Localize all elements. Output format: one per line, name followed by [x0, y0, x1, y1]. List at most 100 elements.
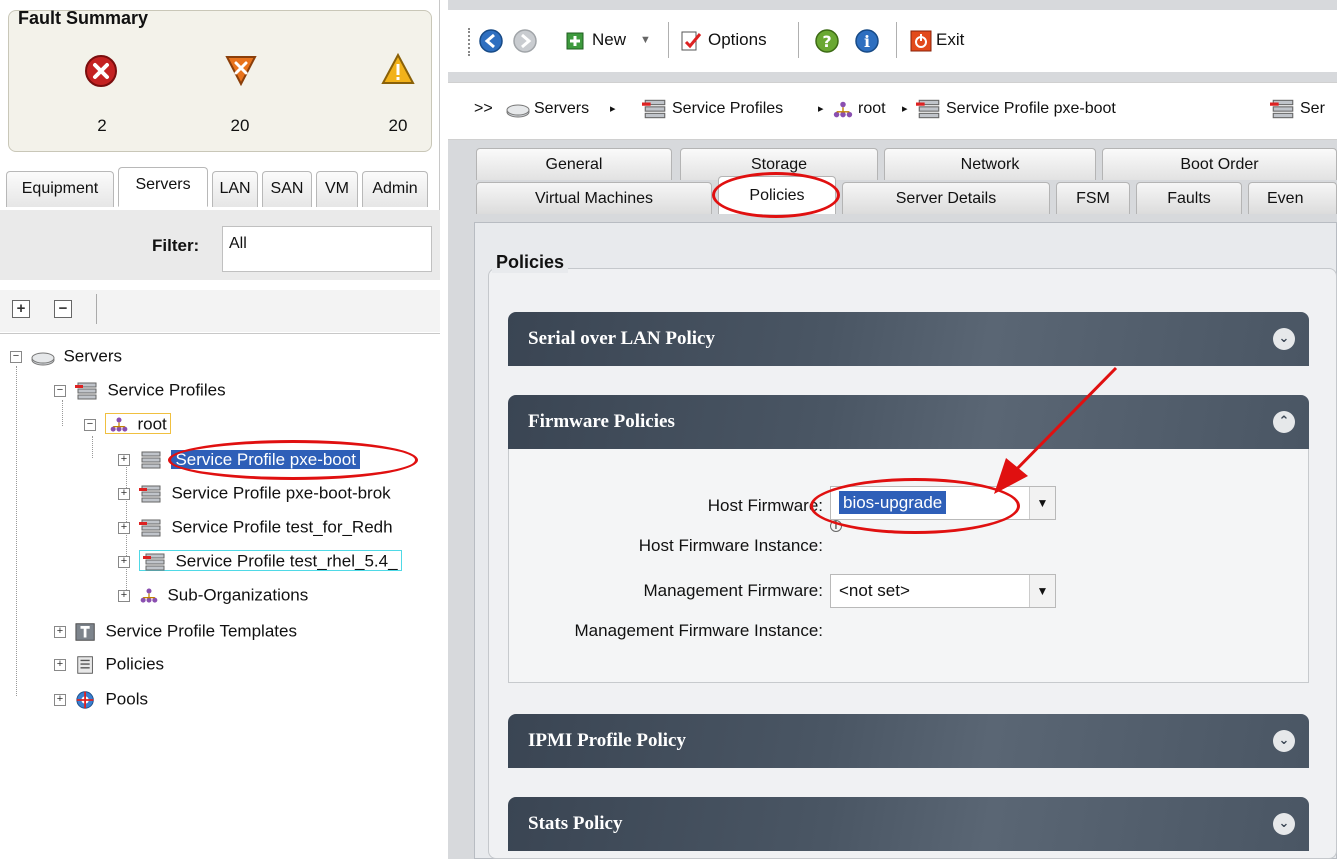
toolbar-separator: [668, 22, 669, 58]
collapse-all-button[interactable]: −: [54, 300, 72, 318]
fault-summary-title: Fault Summary: [18, 8, 149, 28]
breadcrumb-service-profiles[interactable]: Service Profiles: [672, 96, 783, 122]
service-profile-icon: [642, 99, 666, 119]
tree-node-sp-test-for-redh[interactable]: + Service Profile test_for_Redh: [118, 514, 393, 540]
expand-toggle[interactable]: +: [118, 487, 130, 500]
service-profile-icon: [138, 485, 161, 503]
tab-virtual-machines[interactable]: Virtual Machines: [476, 182, 712, 214]
expand-toggle[interactable]: +: [54, 693, 66, 706]
cyan-highlight: Service Profile test_rhel_5.4_: [138, 550, 402, 571]
tree-node-sp-templates[interactable]: + Service Profile Templates: [54, 618, 297, 644]
tab-admin[interactable]: Admin: [362, 171, 428, 207]
toolbar-grip: [468, 28, 472, 56]
tree-node-policies[interactable]: + Policies: [54, 651, 164, 677]
nav-tabs: Equipment Servers LAN SAN VM Admin: [6, 167, 434, 209]
expand-toggle[interactable]: +: [54, 658, 66, 671]
critical-fault-icon[interactable]: [84, 54, 118, 88]
host-firmware-instance-label: Host Firmware Instance:: [638, 536, 823, 555]
management-firmware-instance-label: Management Firmware Instance:: [574, 621, 824, 640]
tab-general[interactable]: General: [476, 148, 672, 180]
toolbar-separator: [896, 22, 897, 58]
breadcrumb-overflow: Ser: [1300, 100, 1325, 117]
chevron-up-icon[interactable]: ⌃: [1273, 411, 1295, 433]
tab-fsm[interactable]: FSM: [1056, 182, 1130, 214]
breadcrumb-current[interactable]: Service Profile pxe-boot: [946, 96, 1116, 122]
tree-node-sp-pxe-boot-brok[interactable]: + Service Profile pxe-boot-brok: [118, 480, 391, 506]
tree-node-pools[interactable]: + Pools: [54, 686, 148, 712]
organization-icon: [140, 588, 158, 603]
tab-policies[interactable]: Policies: [718, 176, 836, 214]
back-icon[interactable]: [478, 28, 504, 54]
chevron-down-icon[interactable]: ⌄: [1273, 328, 1295, 350]
major-fault-icon[interactable]: [224, 52, 258, 86]
section-stats-policy[interactable]: Stats Policy ⌄: [508, 797, 1309, 851]
svg-text:?: ?: [822, 32, 831, 51]
info-icon[interactable]: i: [854, 28, 880, 54]
tab-faults[interactable]: Faults: [1136, 182, 1242, 214]
tree-node-sp-test-rhel[interactable]: + Service Profile test_rhel_5.4_: [118, 548, 402, 574]
tab-equipment[interactable]: Equipment: [6, 171, 114, 207]
collapse-toggle[interactable]: −: [84, 418, 96, 431]
help-icon[interactable]: ?: [814, 28, 840, 54]
exit-button[interactable]: Exit: [936, 28, 964, 52]
new-icon: [566, 32, 584, 50]
breadcrumb-servers[interactable]: Servers: [534, 96, 589, 122]
service-profile-icon: [138, 519, 161, 537]
forward-icon[interactable]: [512, 28, 538, 54]
pools-icon: [76, 690, 94, 709]
section-serial-over-lan[interactable]: Serial over LAN Policy ⌄: [508, 312, 1309, 366]
policies-icon: [77, 655, 93, 674]
options-button[interactable]: Options: [708, 28, 767, 52]
toolbar-divider: [96, 294, 97, 324]
minor-fault-icon[interactable]: [381, 52, 415, 86]
expand-toggle[interactable]: +: [118, 521, 130, 534]
expand-toggle[interactable]: +: [118, 453, 130, 466]
filter-select[interactable]: All: [222, 226, 432, 272]
section-firmware-policies[interactable]: Firmware Policies ⌃: [508, 395, 1309, 449]
breadcrumb-separator-icon: ▸: [818, 103, 824, 115]
tree-node-sub-organizations[interactable]: + Sub-Organizations: [118, 582, 308, 608]
organization-icon: [833, 101, 853, 118]
expand-toggle[interactable]: +: [118, 555, 130, 568]
section-ipmi-profile-policy[interactable]: IPMI Profile Policy ⌄: [508, 714, 1309, 768]
policies-heading: Policies: [492, 252, 569, 273]
tree-node-service-profiles[interactable]: − Service Profiles: [54, 377, 226, 403]
tab-events[interactable]: Even: [1248, 182, 1337, 214]
tab-lan[interactable]: LAN: [212, 171, 258, 207]
new-button[interactable]: New: [592, 28, 626, 52]
breadcrumb-separator-icon: ▸: [902, 103, 908, 115]
expand-toggle[interactable]: +: [118, 589, 130, 602]
tree-node-root[interactable]: − root: [84, 411, 171, 437]
tab-boot-order[interactable]: Boot Order: [1102, 148, 1337, 180]
collapse-toggle[interactable]: −: [54, 384, 66, 397]
management-firmware-label: Management Firmware:: [643, 581, 823, 600]
expand-all-button[interactable]: +: [12, 300, 30, 318]
chevron-down-icon[interactable]: ▼: [1029, 575, 1055, 607]
chevron-down-icon[interactable]: ⌄: [1273, 813, 1295, 835]
tree-guide: [62, 400, 63, 426]
chevron-down-icon[interactable]: ▼: [640, 28, 651, 52]
tab-san[interactable]: SAN: [262, 171, 312, 207]
tab-vm[interactable]: VM: [316, 171, 358, 207]
tab-servers[interactable]: Servers: [118, 167, 208, 207]
expand-toggle[interactable]: +: [54, 625, 66, 638]
collapse-toggle[interactable]: −: [10, 350, 22, 363]
tab-server-details[interactable]: Server Details: [842, 182, 1050, 214]
server-icon: [31, 352, 55, 366]
tree-guide: [16, 366, 17, 696]
service-profile-icon: [74, 382, 97, 400]
tree-node-servers[interactable]: − Servers: [10, 343, 122, 369]
chevron-down-icon[interactable]: ⌄: [1273, 730, 1295, 752]
options-icon: [681, 31, 702, 51]
tree-node-sp-pxe-boot[interactable]: + Service Profile pxe-boot: [118, 446, 360, 472]
service-profile-icon: [1270, 99, 1294, 119]
service-profile-icon: [142, 553, 165, 571]
breadcrumb-root[interactable]: root: [858, 96, 886, 122]
management-firmware-select[interactable]: <not set> ▼: [830, 574, 1056, 608]
breadcrumb-prefix: >>: [474, 100, 493, 117]
filter-label: Filter:: [152, 236, 200, 255]
template-icon: [75, 622, 95, 641]
svg-text:i: i: [864, 32, 870, 51]
tab-network[interactable]: Network: [884, 148, 1096, 180]
annotation-arrow: [994, 366, 1118, 494]
